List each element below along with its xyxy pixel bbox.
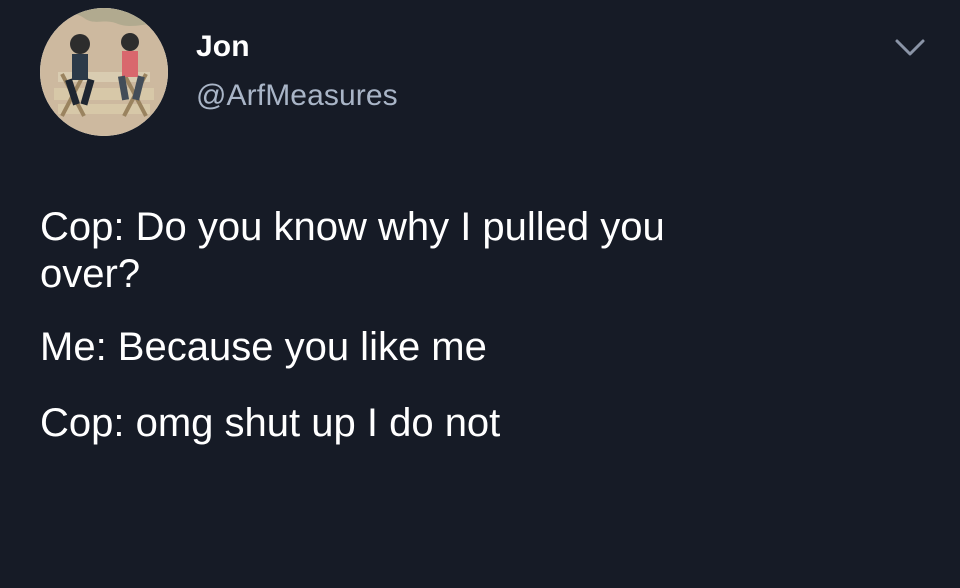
- user-avatar[interactable]: [40, 8, 168, 136]
- tweet-line-2: over?: [40, 252, 141, 297]
- tweet-card: Jon @ArfMeasures Cop: Do you know why I …: [0, 0, 960, 588]
- chevron-down-icon[interactable]: [894, 36, 926, 58]
- tweet-line-1: Cop: Do you know why I pulled you: [40, 205, 665, 249]
- tweet-header: Jon @ArfMeasures: [40, 8, 398, 136]
- display-name[interactable]: Jon: [196, 30, 398, 63]
- tweet-line-4: Cop: omg shut up I do not: [40, 400, 501, 445]
- tweet-body: Cop: Do you know why I pulled you over? …: [40, 204, 900, 447]
- avatar-photo: [40, 8, 168, 136]
- user-handle[interactable]: @ArfMeasures: [196, 79, 398, 112]
- tweet-line-3: Me: Because you like me: [40, 325, 487, 370]
- user-names: Jon @ArfMeasures: [196, 30, 398, 112]
